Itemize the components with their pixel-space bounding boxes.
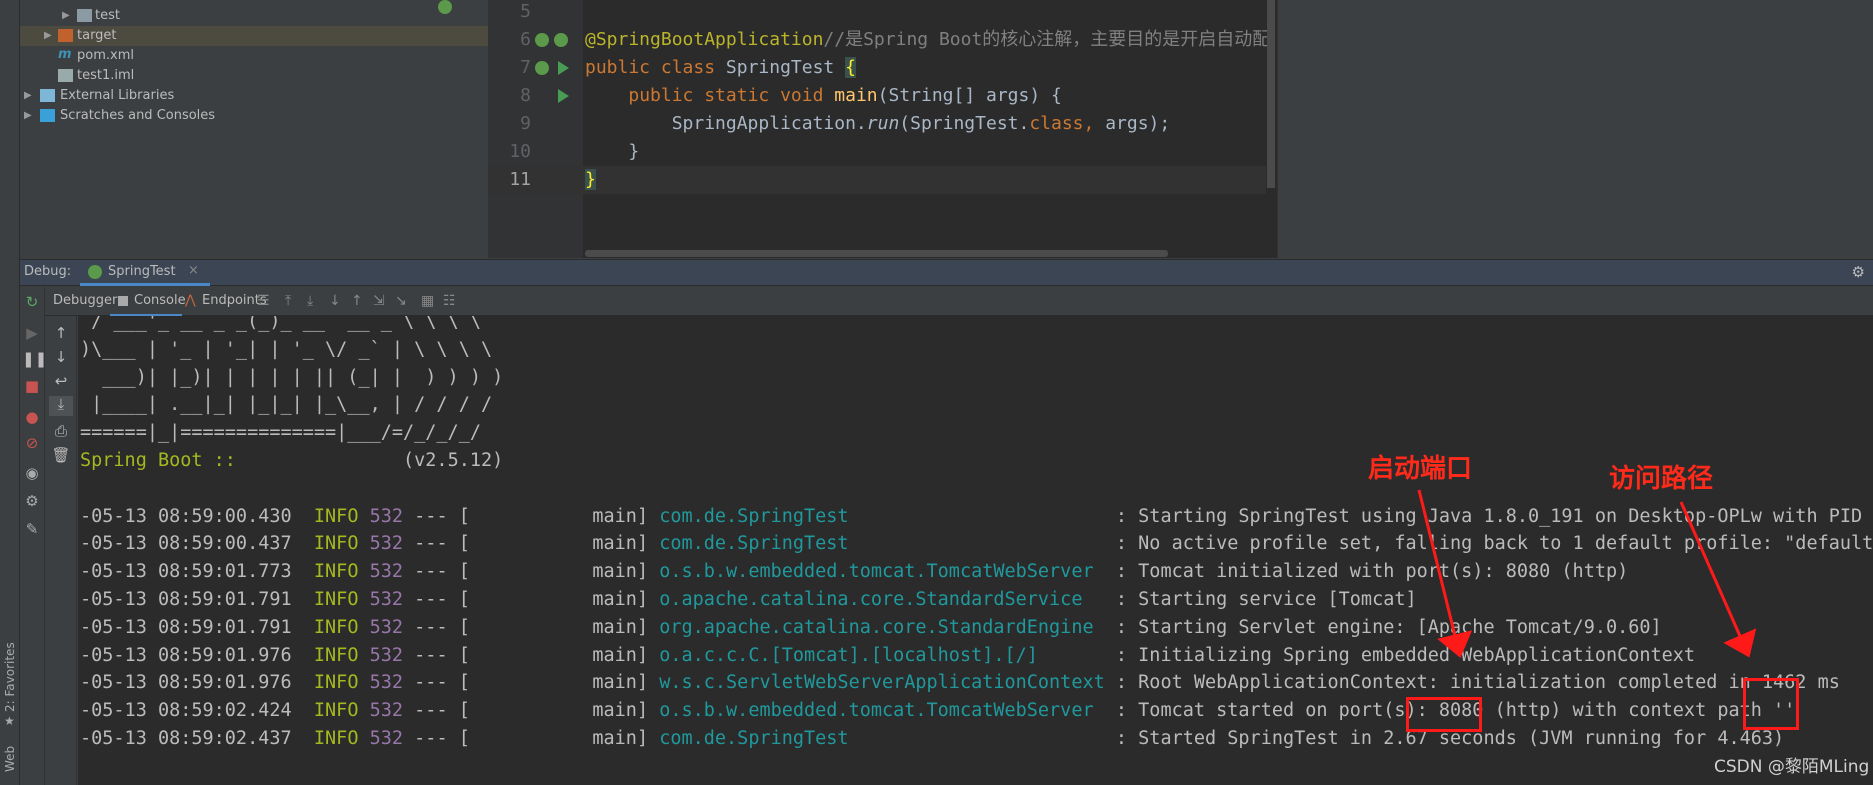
arrow-to-port (1417, 489, 1473, 658)
highlight-path-box (1743, 678, 1799, 730)
arrow-to-path (1679, 501, 1757, 658)
annotation-arrows (1417, 489, 1757, 658)
highlight-port-box (1406, 697, 1482, 732)
watermark: CSDN @黎陌MLing (1714, 757, 1870, 777)
